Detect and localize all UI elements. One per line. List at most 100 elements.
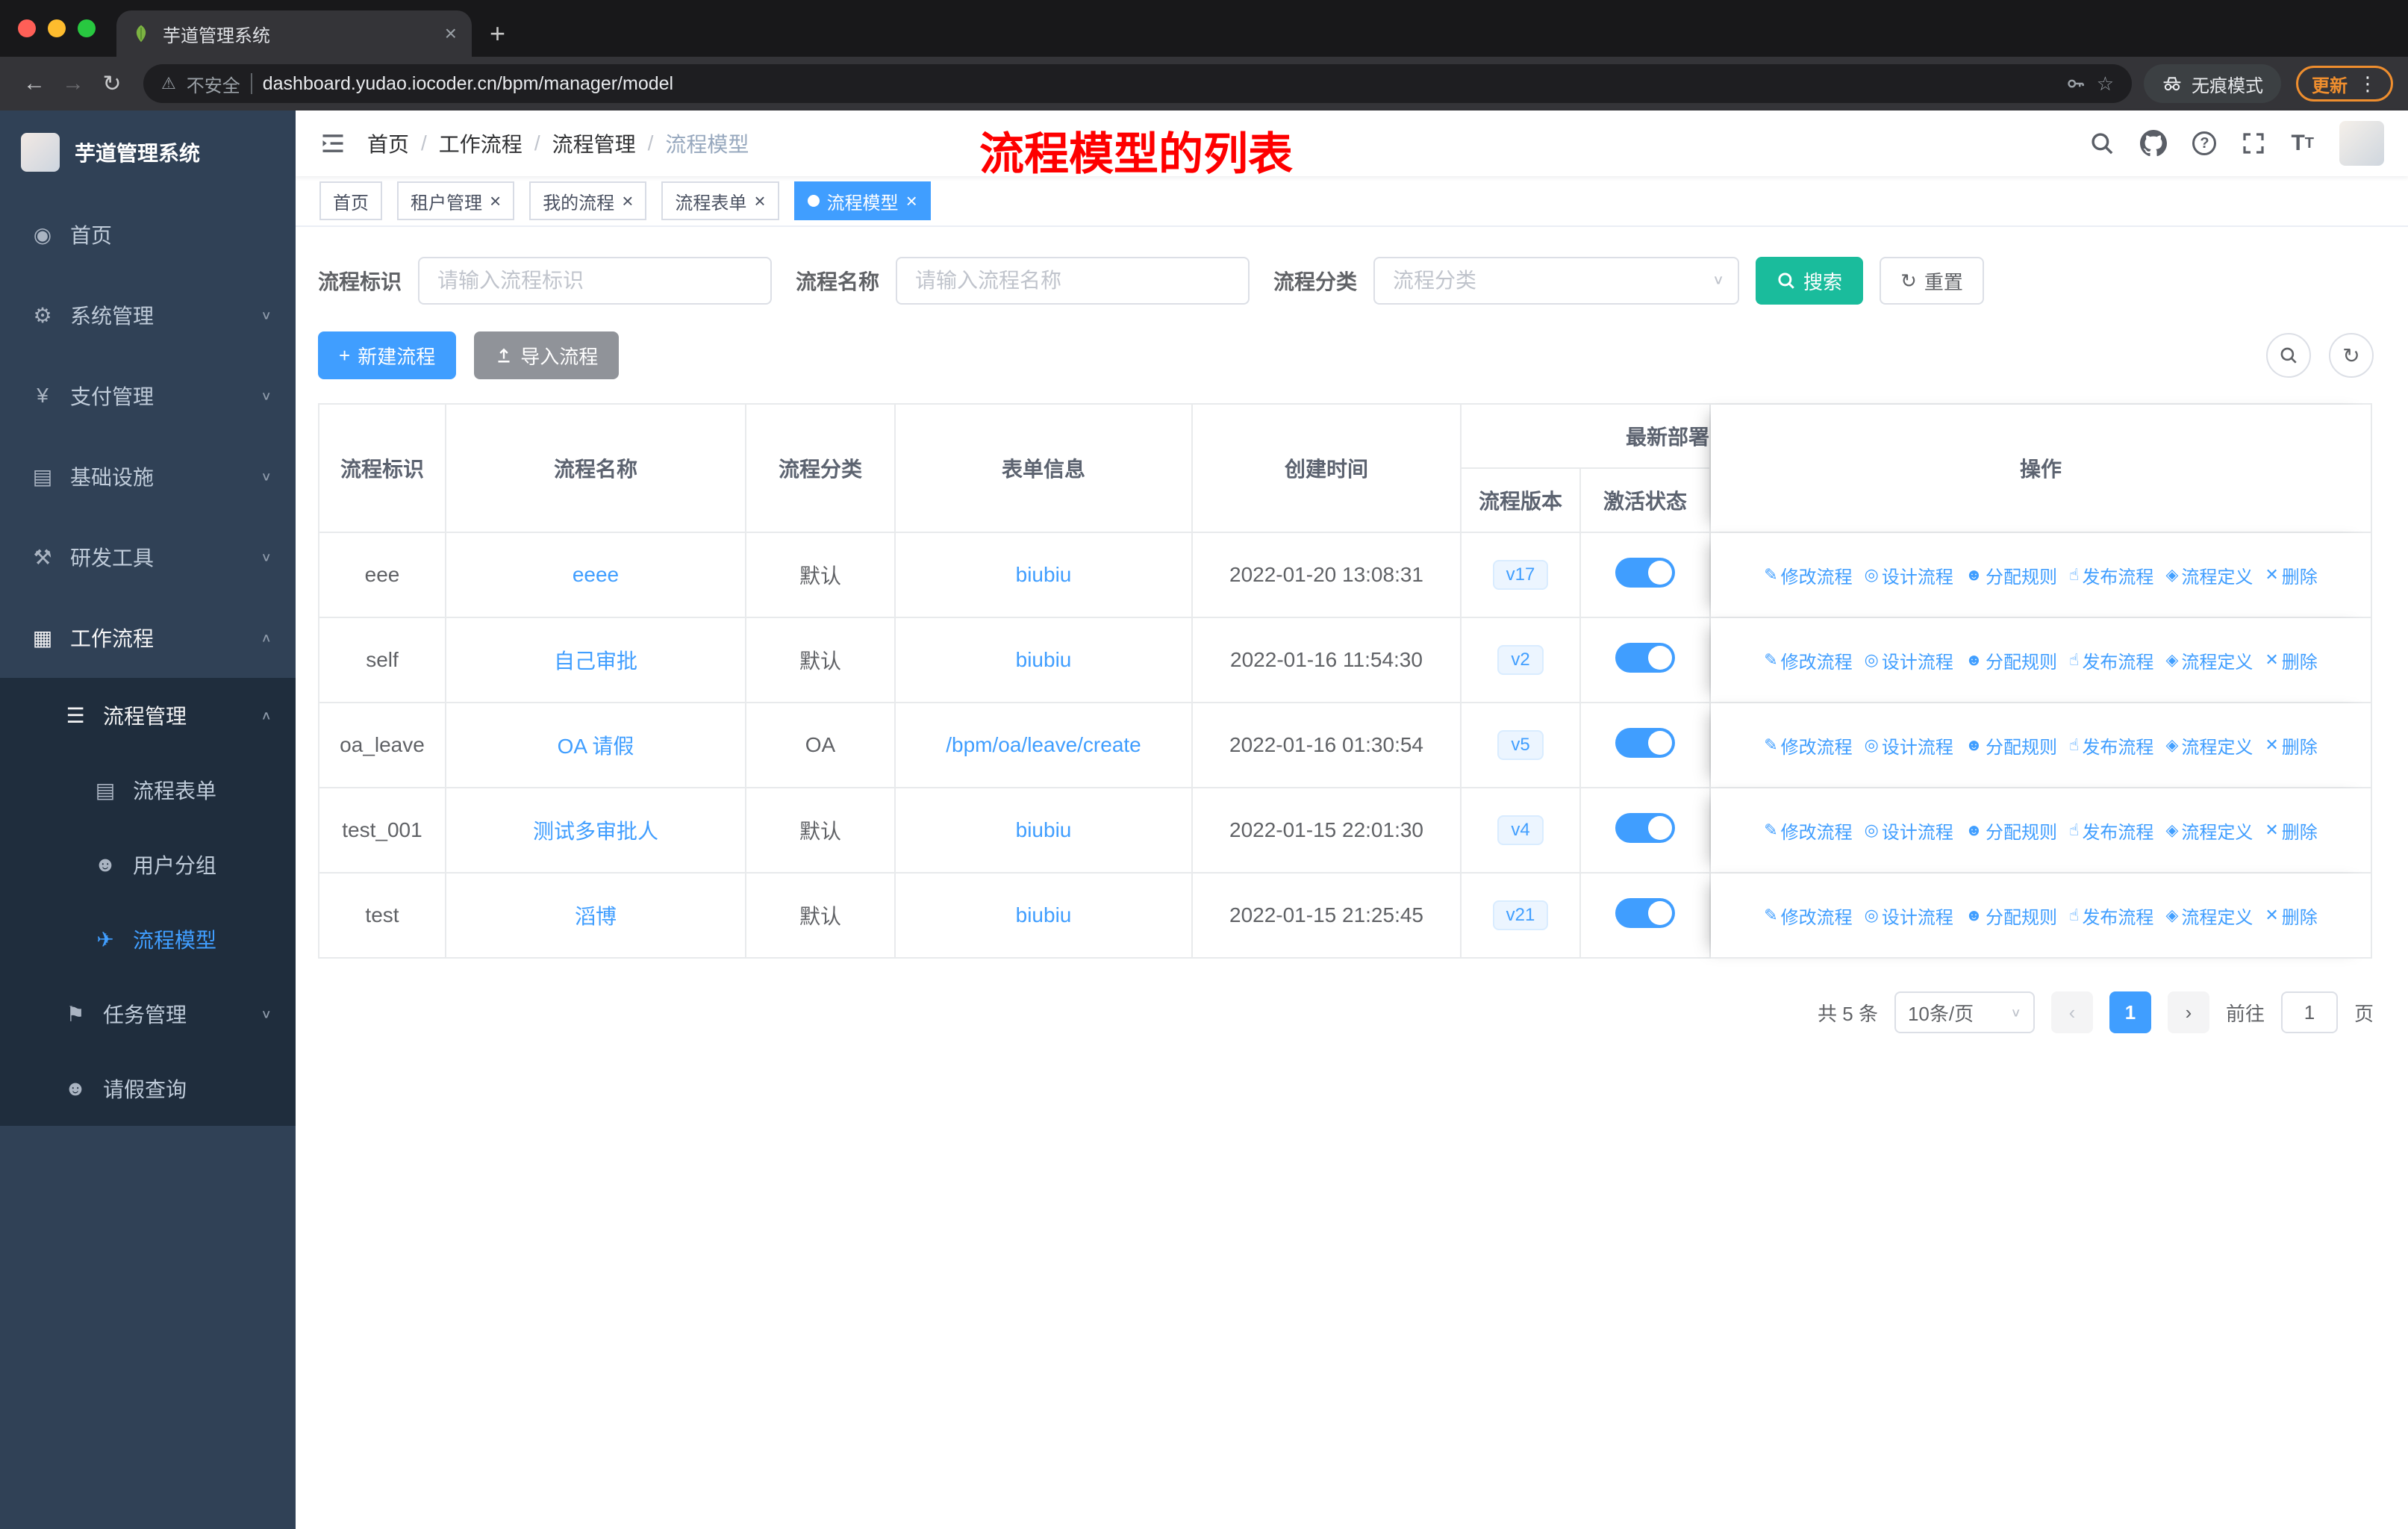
assign-action-link[interactable]: ☻ 分配规则 xyxy=(1965,732,2057,759)
process-category-select[interactable]: ∨ xyxy=(1373,257,1740,305)
sidebar-item-process-model[interactable]: ✈ 流程模型 xyxy=(0,902,296,977)
assign-action-link[interactable]: ☻ 分配规则 xyxy=(1965,562,2057,588)
close-icon[interactable]: × xyxy=(622,190,633,213)
back-button[interactable]: ← xyxy=(15,64,54,103)
assign-action-link[interactable]: ☻ 分配规则 xyxy=(1965,903,2057,929)
sidebar-item-task[interactable]: ⚑ 任务管理 ∨ xyxy=(0,977,296,1051)
tag-item[interactable]: 首页 xyxy=(319,181,382,220)
help-icon[interactable]: ? xyxy=(2192,131,2217,155)
form-info-link[interactable]: biubiu xyxy=(1016,818,1072,841)
goto-page-input[interactable] xyxy=(2280,991,2338,1033)
delete-action-link[interactable]: ✕ 删除 xyxy=(2265,903,2317,929)
browser-tab[interactable]: 芋道管理系统 × xyxy=(116,10,472,57)
font-size-icon[interactable]: TT xyxy=(2291,131,2314,156)
edit-action-link[interactable]: ✎ 修改流程 xyxy=(1764,647,1852,673)
zoom-window-button[interactable] xyxy=(78,19,96,37)
definition-action-link[interactable]: ◈ 流程定义 xyxy=(2165,903,2253,929)
close-window-button[interactable] xyxy=(18,19,36,37)
edit-action-link[interactable]: ✎ 修改流程 xyxy=(1764,732,1852,759)
breadcrumb-process-management[interactable]: 流程管理 xyxy=(552,128,636,158)
address-bar[interactable]: ⚠ 不安全 dashboard.yudao.iocoder.cn/bpm/man… xyxy=(143,64,2132,103)
process-name-link[interactable]: OA 请假 xyxy=(558,735,634,758)
design-action-link[interactable]: ◎ 设计流程 xyxy=(1865,562,1953,588)
tag-item[interactable]: 我的流程 × xyxy=(529,181,647,220)
edit-action-link[interactable]: ✎ 修改流程 xyxy=(1764,818,1852,844)
security-label[interactable]: 不安全 xyxy=(187,71,240,97)
active-toggle[interactable] xyxy=(1615,557,1675,588)
delete-action-link[interactable]: ✕ 删除 xyxy=(2265,732,2317,759)
process-name-link[interactable]: 测试多审批人 xyxy=(533,820,658,843)
new-tab-button[interactable]: + xyxy=(472,18,523,57)
delete-action-link[interactable]: ✕ 删除 xyxy=(2265,818,2317,844)
prev-page-button[interactable]: ‹ xyxy=(2050,991,2093,1033)
form-info-link[interactable]: biubiu xyxy=(1016,903,1072,927)
forward-button[interactable]: → xyxy=(54,64,93,103)
browser-menu-kebab-icon[interactable]: ⋮ xyxy=(2358,72,2377,96)
breadcrumb-home[interactable]: 首页 xyxy=(367,128,409,158)
search-button[interactable]: 搜索 xyxy=(1756,257,1864,305)
design-action-link[interactable]: ◎ 设计流程 xyxy=(1865,818,1953,844)
sidebar-item-devtools[interactable]: ⚒ 研发工具 ∨ xyxy=(0,517,296,597)
process-name-link[interactable]: 自己审批 xyxy=(554,650,637,673)
sidebar-item-form[interactable]: ▤ 流程表单 xyxy=(0,753,296,827)
reset-button[interactable]: ↻ 重置 xyxy=(1880,257,1984,305)
publish-action-link[interactable]: ☝ 发布流程 xyxy=(2069,903,2153,929)
sidebar-item-process-management[interactable]: ☰ 流程管理 ∧ xyxy=(0,678,296,753)
minimize-window-button[interactable] xyxy=(48,19,66,37)
delete-action-link[interactable]: ✕ 删除 xyxy=(2265,562,2317,588)
url-text[interactable]: dashboard.yudao.iocoder.cn/bpm/manager/m… xyxy=(263,73,2055,95)
publish-action-link[interactable]: ☝ 发布流程 xyxy=(2069,732,2153,759)
edit-action-link[interactable]: ✎ 修改流程 xyxy=(1764,903,1852,929)
version-badge[interactable]: v21 xyxy=(1492,900,1549,930)
breadcrumb-workflow[interactable]: 工作流程 xyxy=(439,128,523,158)
search-icon[interactable] xyxy=(2089,131,2115,156)
delete-action-link[interactable]: ✕ 删除 xyxy=(2265,647,2317,673)
version-badge[interactable]: v17 xyxy=(1492,560,1549,590)
sidebar-item-leave[interactable]: ☻ 请假查询 xyxy=(0,1051,296,1126)
page-1-button[interactable]: 1 xyxy=(2109,991,2151,1033)
sidebar-item-payment[interactable]: ¥ 支付管理 ∨ xyxy=(0,355,296,436)
design-action-link[interactable]: ◎ 设计流程 xyxy=(1865,647,1953,673)
publish-action-link[interactable]: ☝ 发布流程 xyxy=(2069,818,2153,844)
reload-button[interactable]: ↻ xyxy=(93,64,131,103)
assign-action-link[interactable]: ☻ 分配规则 xyxy=(1965,647,2057,673)
sidebar-collapse-icon[interactable] xyxy=(319,130,346,157)
tag-item[interactable]: 租户管理 × xyxy=(397,181,515,220)
create-process-button[interactable]: + 新建流程 xyxy=(318,331,457,379)
active-toggle[interactable] xyxy=(1615,897,1675,928)
sidebar-item-workflow[interactable]: ▦ 工作流程 ∧ xyxy=(0,597,296,678)
tag-item[interactable]: 流程表单 × xyxy=(661,181,779,220)
publish-action-link[interactable]: ☝ 发布流程 xyxy=(2069,647,2153,673)
bookmark-star-icon[interactable]: ☆ xyxy=(2097,72,2114,96)
toggle-search-button[interactable] xyxy=(2266,333,2311,378)
next-page-button[interactable]: › xyxy=(2167,991,2209,1033)
refresh-table-button[interactable]: ↻ xyxy=(2329,333,2374,378)
fullscreen-icon[interactable] xyxy=(2242,131,2265,155)
definition-action-link[interactable]: ◈ 流程定义 xyxy=(2165,562,2253,588)
tab-close-icon[interactable]: × xyxy=(445,22,457,46)
definition-action-link[interactable]: ◈ 流程定义 xyxy=(2165,647,2253,673)
close-icon[interactable]: × xyxy=(490,190,501,213)
edit-action-link[interactable]: ✎ 修改流程 xyxy=(1764,562,1852,588)
form-info-link[interactable]: biubiu xyxy=(1016,648,1072,671)
close-icon[interactable]: × xyxy=(906,190,917,213)
process-name-link[interactable]: eeee xyxy=(573,563,619,586)
active-toggle[interactable] xyxy=(1615,812,1675,843)
version-badge[interactable]: v5 xyxy=(1497,730,1544,760)
assign-action-link[interactable]: ☻ 分配规则 xyxy=(1965,818,2057,844)
form-info-link[interactable]: /bpm/oa/leave/create xyxy=(946,733,1141,756)
process-id-input[interactable] xyxy=(418,257,773,305)
sidebar-item-infrastructure[interactable]: ▤ 基础设施 ∨ xyxy=(0,436,296,517)
key-icon[interactable] xyxy=(2065,73,2086,94)
version-badge[interactable]: v4 xyxy=(1497,815,1544,845)
app-logo[interactable]: 芋道管理系统 xyxy=(0,110,296,194)
design-action-link[interactable]: ◎ 设计流程 xyxy=(1865,732,1953,759)
tag-item[interactable]: 流程模型 × xyxy=(793,181,931,220)
import-process-button[interactable]: 导入流程 xyxy=(474,331,620,379)
update-button[interactable]: 更新 ⋮ xyxy=(2296,66,2393,102)
github-icon[interactable] xyxy=(2140,130,2168,157)
page-size-select[interactable]: 10条/页 ∨ xyxy=(1894,991,2035,1033)
process-name-input[interactable] xyxy=(896,257,1250,305)
design-action-link[interactable]: ◎ 设计流程 xyxy=(1865,903,1953,929)
version-badge[interactable]: v2 xyxy=(1497,645,1544,675)
